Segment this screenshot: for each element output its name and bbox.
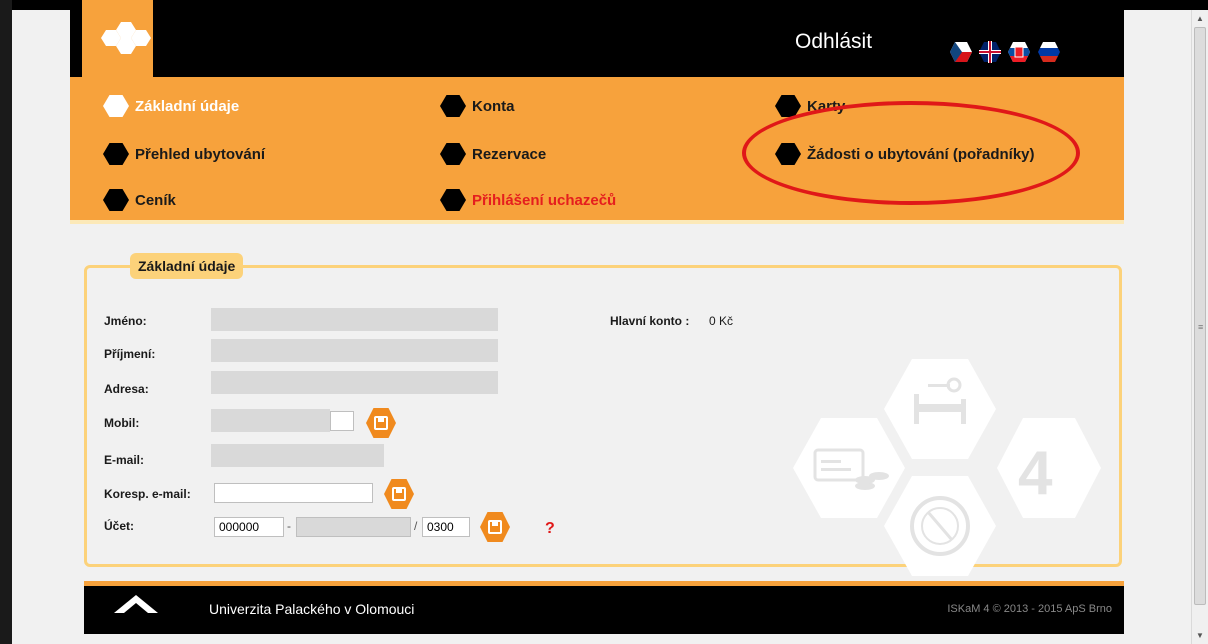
scroll-to-top-icon[interactable] [114, 595, 158, 613]
logo[interactable] [82, 0, 153, 77]
scrollbar-grip-icon: ≡ [1198, 322, 1204, 332]
watermark-number: 4 [1018, 439, 1053, 508]
uk-flag-icon[interactable] [979, 41, 1001, 63]
label-jmeno: Jméno: [104, 314, 147, 328]
account-prefix-input[interactable] [214, 517, 284, 537]
nav-item-prehled-ubytovani[interactable]: Přehled ubytování [103, 143, 265, 165]
main-account-label: Hlavní konto : [610, 314, 690, 328]
hexagon-icon [440, 143, 466, 165]
jmeno-value-redacted [211, 308, 498, 331]
label-koresp-email: Koresp. e-mail: [104, 487, 191, 501]
nav-item-cenik[interactable]: Ceník [103, 189, 176, 211]
hexagon-icon [103, 189, 129, 211]
account-number-input[interactable] [296, 517, 411, 537]
panel-legend: Základní údaje [130, 253, 244, 279]
hexagon-icon [103, 95, 129, 117]
email-value-redacted [211, 444, 384, 467]
nav-item-rezervace[interactable]: Rezervace [440, 143, 546, 165]
nav-item-label: Konta [472, 97, 515, 115]
mobil-input[interactable] [330, 411, 354, 431]
footer-copyright: ISKaM 4 © 2013 - 2015 ApS Brno [947, 603, 1112, 615]
mobil-value-redacted [211, 409, 330, 432]
nav-item-label: Základní údaje [135, 97, 240, 115]
nav-item-label: Přihlášení uchazečů [472, 191, 617, 209]
hexagon-icon [440, 95, 466, 117]
nav-item-label: Přehled ubytování [135, 145, 266, 163]
nav-item-label: Ceník [135, 191, 176, 209]
nav-item-zakladni-udaje[interactable]: Základní údaje [103, 95, 239, 117]
slovak-flag-icon[interactable] [1008, 41, 1030, 63]
label-mobil: Mobil: [104, 416, 140, 430]
nav-item-konta[interactable]: Konta [440, 95, 515, 117]
hexagon-icon [103, 143, 129, 165]
label-ucet: Účet: [104, 519, 135, 533]
save-icon [392, 487, 406, 501]
prijmeni-value-redacted [211, 339, 498, 362]
save-icon [374, 416, 388, 430]
highlight-annotation-oval [742, 101, 1080, 205]
window-left-edge [0, 0, 12, 644]
scrollbar-thumb[interactable]: ≡ [1194, 27, 1206, 605]
page-footer: Univerzita Palackého v Olomouci ISKaM 4 … [84, 581, 1124, 634]
account-help-icon[interactable]: ? [545, 520, 555, 538]
adresa-value-redacted [211, 371, 498, 394]
nav-item-prihlaseni-uchazecu[interactable]: Přihlášení uchazečů [440, 189, 616, 211]
label-prijmeni: Příjmení: [104, 347, 156, 361]
czech-flag-icon[interactable] [950, 41, 972, 63]
footer-university: Univerzita Palackého v Olomouci [209, 601, 415, 617]
koresp-email-input[interactable] [214, 483, 373, 503]
label-email: E-mail: [104, 453, 145, 467]
label-adresa: Adresa: [104, 382, 149, 396]
russian-flag-icon[interactable] [1038, 41, 1060, 63]
save-icon [488, 520, 502, 534]
scroll-up-arrow-icon[interactable]: ▲ [1192, 10, 1208, 27]
account-separator: - [287, 519, 291, 533]
logout-link[interactable]: Odhlásit [795, 30, 872, 54]
top-header: Odhlásit [70, 0, 1124, 77]
bank-code-input[interactable] [422, 517, 470, 537]
nav-item-label: Rezervace [472, 145, 547, 163]
bank-separator: / [414, 519, 418, 533]
logo-hexagons-icon [101, 22, 151, 54]
vertical-scrollbar[interactable]: ▲ ≡ ▼ [1191, 10, 1208, 644]
scroll-down-arrow-icon[interactable]: ▼ [1192, 627, 1208, 644]
hexagon-icon [440, 189, 466, 211]
main-account-value: 0 Kč [709, 314, 734, 328]
